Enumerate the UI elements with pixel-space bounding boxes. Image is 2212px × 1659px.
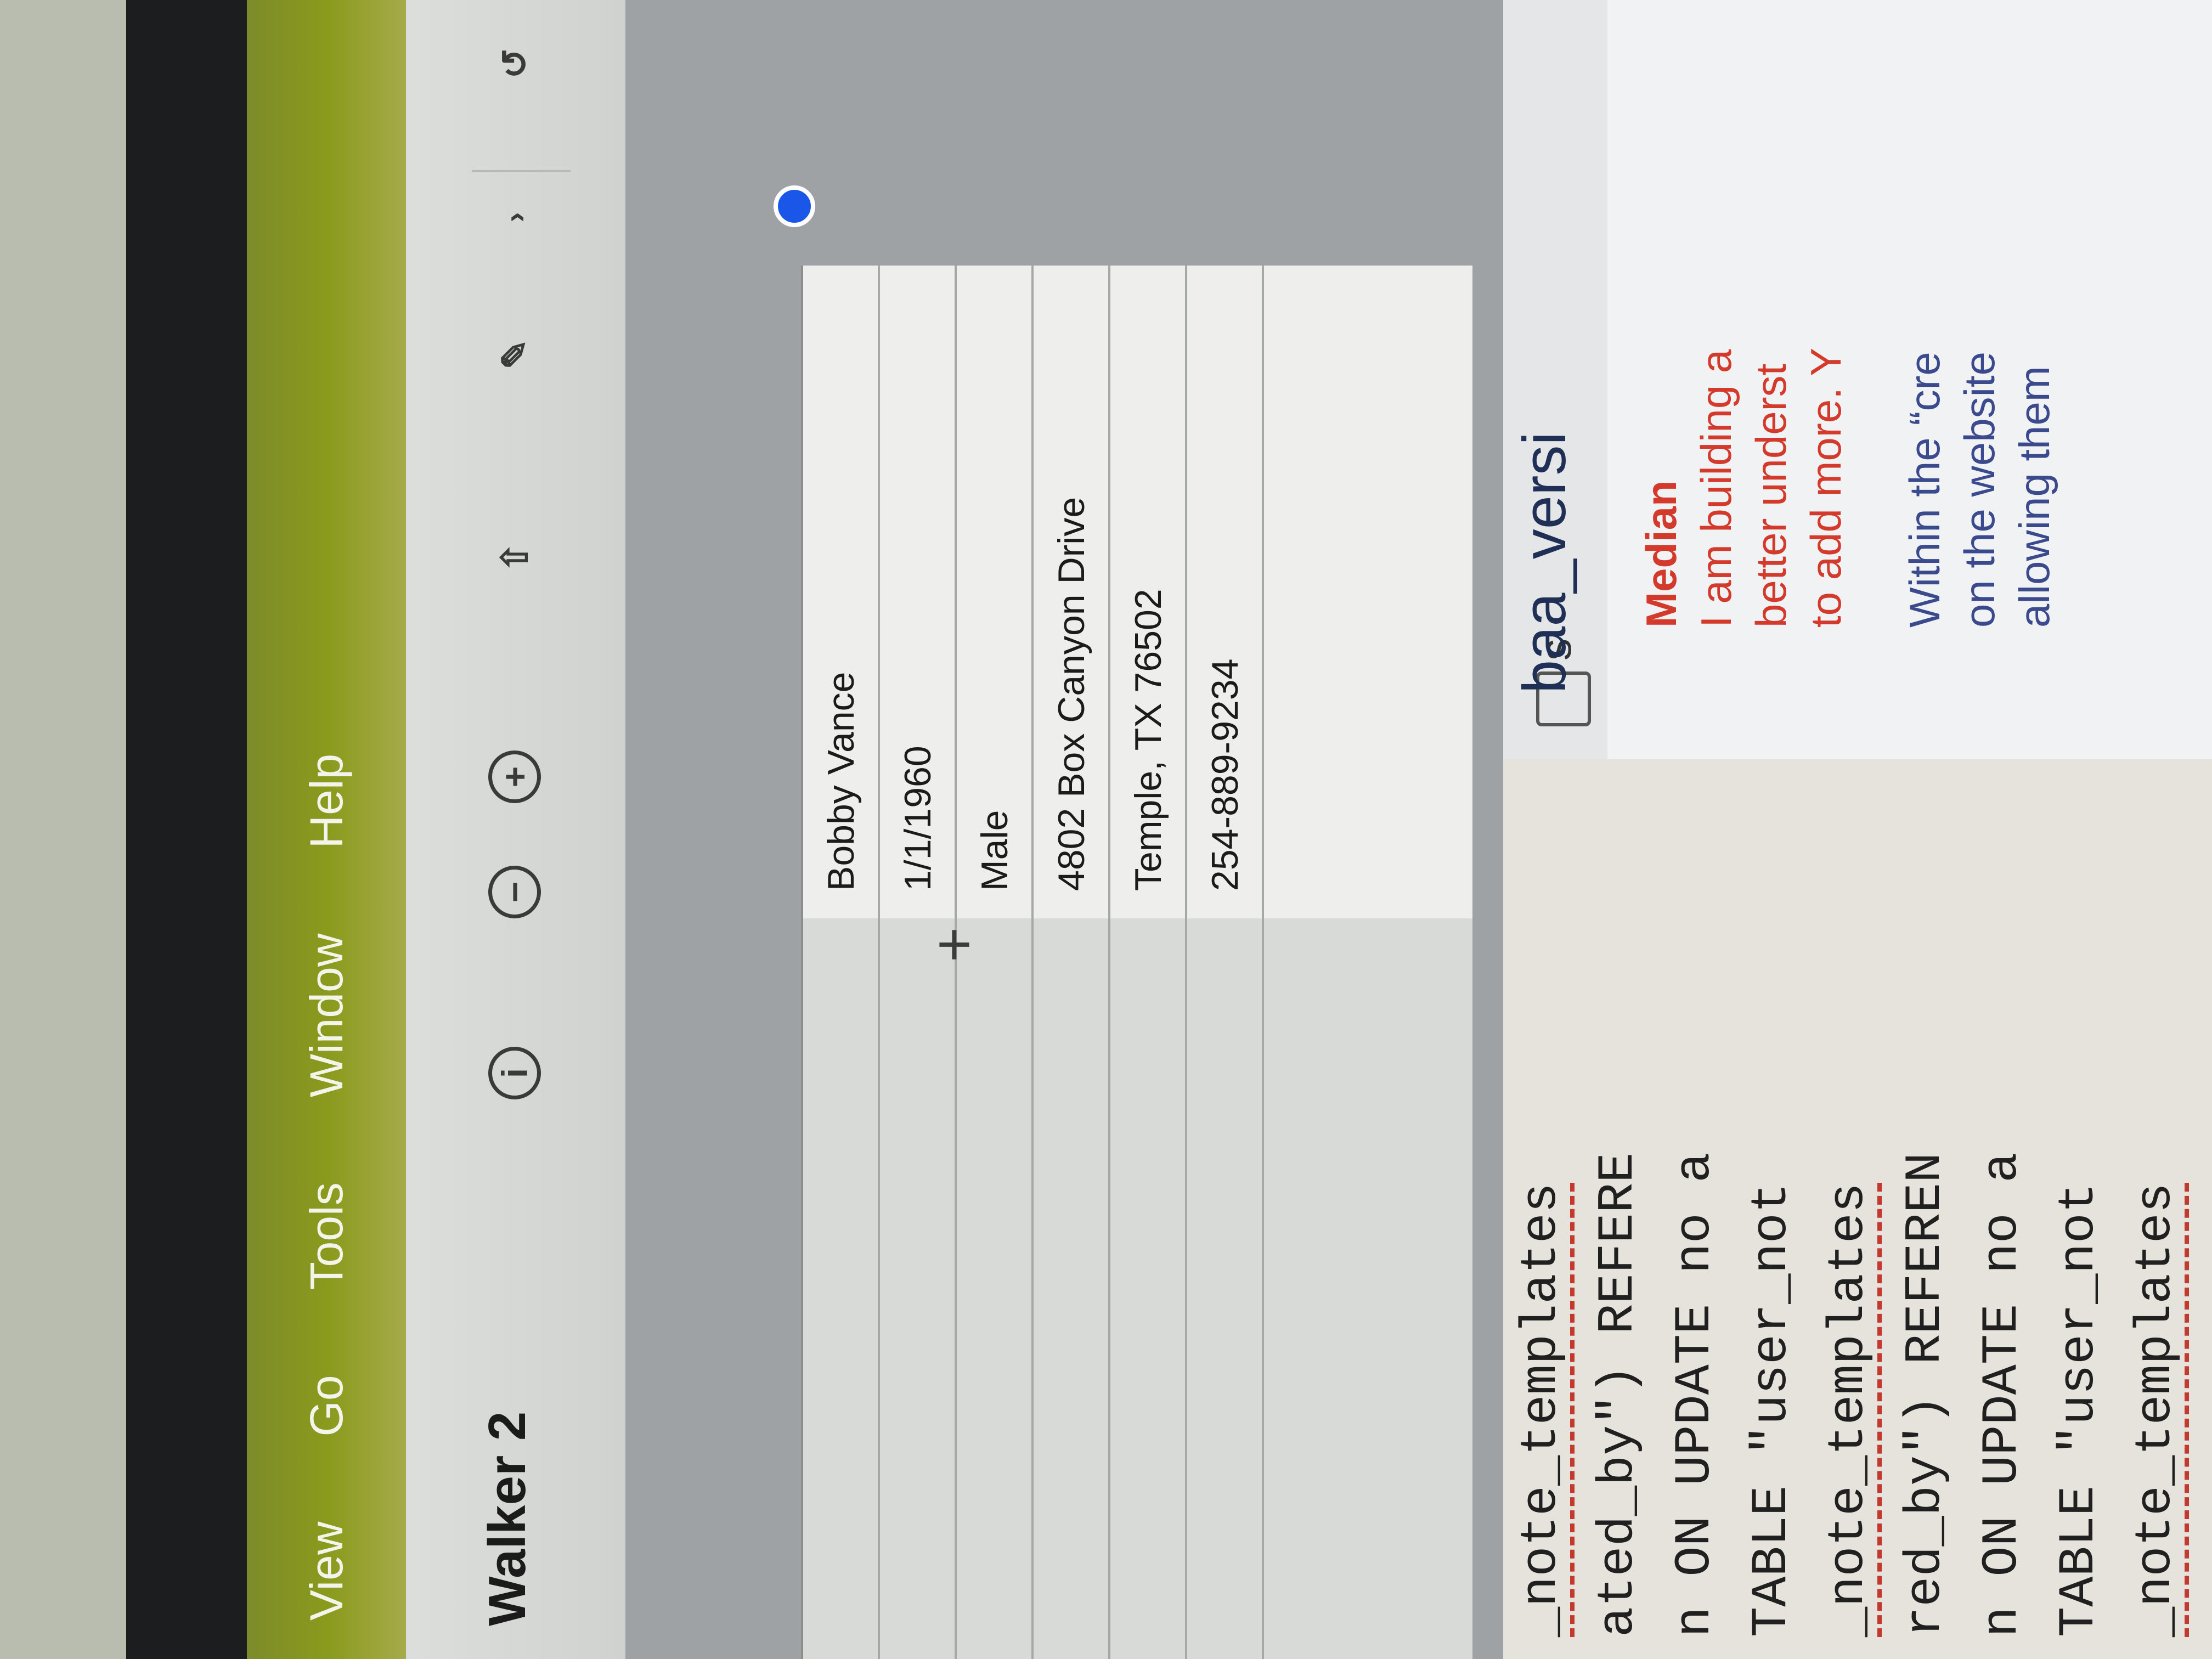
- cell-address[interactable]: 4802 Box Canyon Drive: [1050, 497, 1093, 891]
- toolbar: Walker 2 i − + ⇧ ✎ › ↺: [406, 0, 625, 1659]
- menu-help[interactable]: Help: [300, 754, 353, 849]
- menu-tools[interactable]: Tools: [300, 1182, 353, 1290]
- code-line: ated_by") REFERE: [1589, 1152, 1647, 1637]
- markup-pencil-icon[interactable]: ✎: [488, 328, 541, 381]
- table-row[interactable]: Temple, TX 76502: [1110, 266, 1187, 1659]
- preview-window: Walker 2 i − + ⇧ ✎ › ↺ Bobby Vance + 1/1…: [406, 0, 1503, 1659]
- side-panel: s: [1503, 0, 2212, 759]
- document-paragraph-line: on the website: [1955, 351, 2004, 628]
- document-paragraph-line: I am building a: [1692, 349, 1740, 628]
- code-line: TABLE "user_not: [2050, 1182, 2108, 1637]
- menu-go[interactable]: Go: [300, 1375, 353, 1436]
- window-title: Walker 2: [478, 1411, 537, 1626]
- document-heading: Median: [1637, 480, 1685, 628]
- zoom-in-icon[interactable]: +: [488, 751, 541, 803]
- code-line: _note_templates: [1503, 759, 1580, 1659]
- toolbar-divider: [472, 170, 571, 172]
- monitor-bezel: [126, 0, 247, 1659]
- cell-city[interactable]: Temple, TX 76502: [1127, 589, 1170, 891]
- zoom-out-icon[interactable]: −: [488, 866, 541, 918]
- table-row[interactable]: 254-889-9234: [1187, 266, 1264, 1659]
- rotate-icon[interactable]: ↺: [488, 37, 541, 90]
- share-icon[interactable]: ⇧: [488, 531, 541, 584]
- background-windows: _note_templates ated_by") REFERE n ON UP…: [1503, 0, 2212, 1659]
- cell-phone[interactable]: 254-889-9234: [1204, 659, 1246, 891]
- document-paragraph-line: allowing them: [2010, 366, 2058, 628]
- chevron-right-icon[interactable]: ›: [488, 191, 541, 244]
- document-canvas: Bobby Vance + 1/1/1960 Male 4802 Box Can…: [625, 0, 1503, 1659]
- code-line: n ON UPDATE no a: [1666, 1152, 1724, 1637]
- screen: View Go Tools Window Help Walker 2 i − +…: [0, 0, 2212, 1659]
- document-title: baa_versi: [1511, 432, 1578, 693]
- table-row[interactable]: Bobby Vance: [803, 266, 880, 1659]
- code-line: n ON UPDATE no a: [1973, 1152, 2031, 1637]
- wall: [0, 0, 126, 1659]
- document-paragraph-line: Within the “cre: [1900, 352, 1949, 628]
- menu-view[interactable]: View: [300, 1521, 353, 1621]
- table-row[interactable]: 4802 Box Canyon Drive: [1034, 266, 1110, 1659]
- document-paragraph-line: to add more. Y: [1802, 347, 1850, 628]
- table-row[interactable]: + 1/1/1960: [880, 266, 988, 1659]
- cell-gender[interactable]: Male: [973, 810, 1016, 891]
- menu-window[interactable]: Window: [300, 934, 353, 1098]
- table-row[interactable]: Male: [957, 266, 1034, 1659]
- cell-dob[interactable]: 1/1/1960: [896, 746, 939, 891]
- data-grid: Bobby Vance + 1/1/1960 Male 4802 Box Can…: [801, 266, 1472, 1659]
- code-editor[interactable]: _note_templates ated_by") REFERE n ON UP…: [1503, 759, 2212, 1659]
- document-paragraph-line: better underst: [1747, 363, 1795, 628]
- code-line: _note_templates: [1810, 759, 1887, 1659]
- code-line: _note_templates: [2118, 759, 2194, 1659]
- info-icon[interactable]: i: [488, 1047, 541, 1099]
- code-line: red_by") REFEREN: [1897, 1152, 1954, 1637]
- cell-name[interactable]: Bobby Vance: [820, 672, 862, 891]
- selection-dot[interactable]: [774, 185, 815, 227]
- code-line: TABLE "user_not: [1743, 1182, 1801, 1637]
- menu-bar: View Go Tools Window Help: [247, 0, 406, 1659]
